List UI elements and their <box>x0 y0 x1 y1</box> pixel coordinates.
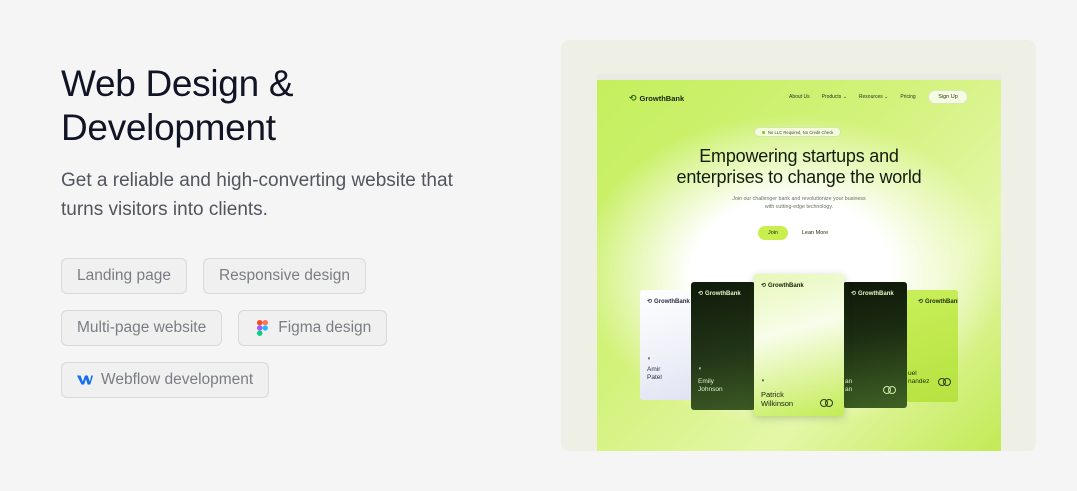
mockup-badge: No LLC Required, No Credit Check <box>754 127 842 137</box>
card-first-name: Patrick <box>761 390 784 399</box>
webflow-icon <box>77 372 93 388</box>
growthbank-logo-icon: ⟲ <box>761 283 767 289</box>
mastercard-icon <box>938 378 952 386</box>
mockup-nav-products: Products ⌄ <box>821 94 847 100</box>
tag-label: Figma design <box>278 319 372 336</box>
tag-label: Multi-page website <box>77 319 207 336</box>
mockup-nav-pricing: Pricing <box>900 94 916 100</box>
mockup-signup-button: Sign Up <box>928 90 968 104</box>
hero-sub-line-1: Join our challenger bank and revolutioni… <box>732 196 866 202</box>
card-last-name: Patel <box>647 374 662 381</box>
tag-label: Responsive design <box>218 267 350 284</box>
growthbank-logo-icon: ⟲ <box>851 291 857 297</box>
tag-label: Landing page <box>77 267 171 284</box>
badge-dot <box>762 130 765 134</box>
title-line-1: Web Design & <box>61 63 294 104</box>
mockup-hero-subtitle: Join our challenger bank and revolutioni… <box>597 195 1001 211</box>
card-first-name: an <box>845 378 853 385</box>
tag-multi-page-website: Multi-page website <box>61 310 223 346</box>
subtitle-line-2: turns visitors into clients. <box>61 199 268 220</box>
card-brand-label: GrowthBank <box>654 298 690 305</box>
card-fernandez: ⟲ GrowthBank uel nandez <box>906 290 958 402</box>
card-dark: ⟲ GrowthBank an an <box>843 282 907 408</box>
mockup-logo: ⟲ GrowthBank <box>629 93 684 104</box>
card-holder: Amir Patel <box>647 366 662 382</box>
service-tags: Landing page Responsive design Multi-pag… <box>61 258 461 414</box>
subtitle-line-1: Get a reliable and high-converting websi… <box>61 170 453 191</box>
hero-title-line-2: enterprises to change the world <box>676 167 922 187</box>
growthbank-logo-icon: ⟲ <box>918 299 924 305</box>
tag-webflow-development: Webflow development <box>61 362 270 398</box>
hero-text: Web Design & Development Get a reliable … <box>61 62 521 224</box>
mockup-nav-about: About Us <box>789 94 810 100</box>
card-brand: ⟲ GrowthBank <box>761 282 804 290</box>
tag-responsive-design: Responsive design <box>202 258 366 294</box>
mockup-brand: GrowthBank <box>639 94 685 103</box>
card-last-name: an <box>845 386 853 393</box>
hero-title-line-1: Empowering startups and <box>699 146 899 166</box>
mockup-nav-resources: Resources ⌄ <box>858 94 889 100</box>
card-brand-label: GrowthBank <box>705 290 741 297</box>
card-holder: an an <box>845 378 852 394</box>
nfc-icon: ◖ <box>647 356 651 362</box>
mastercard-icon <box>883 386 897 394</box>
mockup-nav-links: About Us Products ⌄ Resources ⌄ Pricing <box>789 94 916 100</box>
card-brand-label: GrowthBank <box>768 282 804 289</box>
tag-landing-page: Landing page <box>61 258 187 294</box>
card-brand-label: GrowthBank <box>858 290 894 297</box>
growthbank-logo-icon: ⟲ <box>647 299 653 305</box>
growthbank-site-screenshot: ⟲ GrowthBank About Us Products ⌄ Resourc… <box>597 74 1001 451</box>
mockup-nav: ⟲ GrowthBank About Us Products ⌄ Resourc… <box>597 80 1001 110</box>
page-title: Web Design & Development <box>61 62 521 150</box>
card-brand: ⟲ GrowthBank <box>698 290 741 298</box>
card-brand: ⟲ GrowthBank <box>918 298 958 306</box>
card-emily: ⟲ GrowthBank ◖ Emily Johnson <box>691 282 755 410</box>
card-brand: ⟲ GrowthBank <box>647 298 690 306</box>
badge-label: No LLC Required, No Credit Check <box>768 129 834 135</box>
hero-sub-line-2: with cutting-edge technology. <box>764 204 834 210</box>
card-last-name: nandez <box>908 378 930 385</box>
mockup-hero-title: Empowering startups and enterprises to c… <box>597 146 1001 188</box>
card-brand-label: GrowthBank <box>925 298 958 305</box>
growthbank-logo-icon: ⟲ <box>629 93 637 103</box>
card-holder: uel nandez <box>908 370 929 386</box>
card-last-name: Wilkinson <box>761 399 794 408</box>
page-subtitle: Get a reliable and high-converting websi… <box>61 166 521 224</box>
tag-label: Webflow development <box>101 371 254 388</box>
card-patrick: ⟲ GrowthBank ◖ Patrick Wilkinson <box>754 274 844 416</box>
figma-icon <box>254 320 270 336</box>
card-last-name: Johnson <box>698 386 723 393</box>
website-preview: ⟲ GrowthBank About Us Products ⌄ Resourc… <box>561 40 1036 451</box>
card-holder: Emily Johnson <box>698 378 723 394</box>
card-first-name: Emily <box>698 378 714 385</box>
mockup-join-button: Join <box>758 226 788 240</box>
mockup-learn-more-button: Lean More <box>793 226 837 240</box>
card-first-name: Amir <box>647 366 661 373</box>
nfc-icon: ◖ <box>698 366 702 372</box>
growthbank-logo-icon: ⟲ <box>698 291 704 297</box>
nfc-icon: ◖ <box>761 378 765 384</box>
mastercard-icon <box>820 399 834 407</box>
card-brand: ⟲ GrowthBank <box>851 290 894 298</box>
card-first-name: uel <box>908 370 917 377</box>
card-holder: Patrick Wilkinson <box>761 390 793 408</box>
tag-figma-design: Figma design <box>238 310 388 346</box>
title-line-2: Development <box>61 107 276 148</box>
